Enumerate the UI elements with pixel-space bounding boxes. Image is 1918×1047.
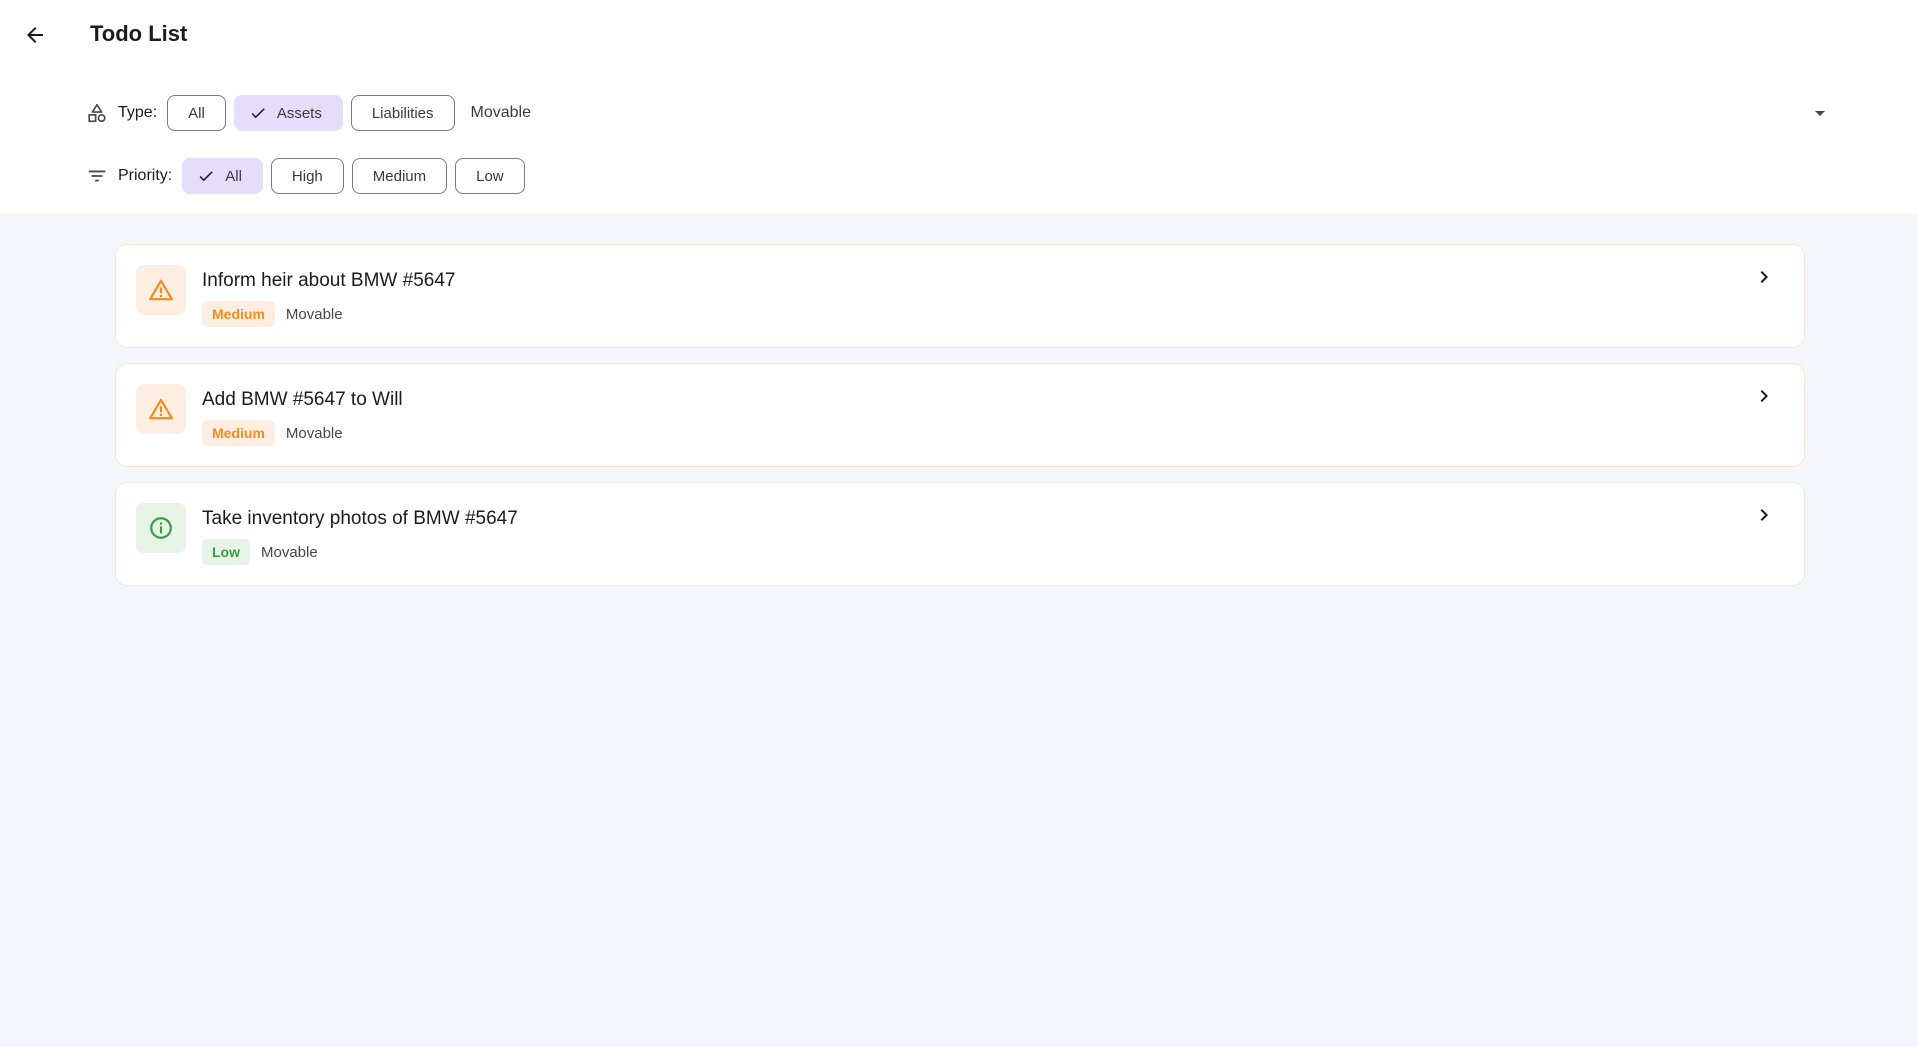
chip-label: Medium: [372, 167, 427, 185]
priority-badge: Low: [202, 539, 250, 565]
chevron-right-icon: [1752, 503, 1776, 527]
chevron-right-icon: [1752, 265, 1776, 289]
warning-icon: [149, 398, 173, 420]
app-header: Todo List Type: All Assets Liabilities M…: [0, 0, 1918, 214]
type-chip-liabilities[interactable]: Liabilities: [350, 95, 455, 131]
priority-filter-row: Priority: All High Medium Low: [86, 156, 533, 196]
chip-label: All: [225, 167, 242, 185]
todo-category: Movable: [285, 424, 343, 442]
subcategory-select-value[interactable]: Movable: [471, 104, 531, 122]
priority-filter-label: Priority:: [118, 167, 173, 184]
priority-chip-all[interactable]: All: [182, 158, 263, 194]
priority-chip-low[interactable]: Low: [455, 158, 525, 194]
type-chip-assets[interactable]: Assets: [233, 95, 343, 131]
back-button[interactable]: [14, 14, 56, 56]
todo-title: Inform heir about BMW #5647: [202, 270, 456, 291]
caret-down-icon: [1815, 111, 1825, 116]
warning-icon: [149, 279, 173, 301]
todo-card[interactable]: Inform heir about BMW #5647 Medium Movab…: [115, 244, 1805, 348]
chip-label: All: [188, 104, 205, 122]
page-title: Todo List: [90, 21, 188, 46]
priority-icon-container: [136, 265, 186, 315]
check-icon: [197, 167, 215, 185]
check-icon: [249, 104, 267, 122]
todo-meta: Low Movable: [202, 538, 318, 566]
priority-icon-container: [136, 503, 186, 553]
todo-category: Movable: [285, 305, 343, 323]
category-icon: [86, 102, 108, 124]
priority-badge: Medium: [202, 301, 275, 327]
info-icon: [150, 517, 172, 539]
priority-icon-container: [136, 384, 186, 434]
chevron-right-icon: [1752, 384, 1776, 408]
chip-label: Assets: [276, 104, 322, 122]
priority-badge: Medium: [202, 420, 275, 446]
todo-card[interactable]: Take inventory photos of BMW #5647 Low M…: [115, 482, 1805, 586]
priority-chip-medium[interactable]: Medium: [351, 158, 448, 194]
arrow-left-icon: [27, 27, 43, 43]
todo-title: Add BMW #5647 to Will: [202, 389, 403, 410]
subcategory-dropdown-toggle[interactable]: [1808, 101, 1832, 125]
todo-list: Inform heir about BMW #5647 Medium Movab…: [115, 244, 1805, 601]
filter-list-icon: [86, 165, 108, 187]
todo-meta: Medium Movable: [202, 300, 343, 328]
chip-label: Liabilities: [371, 104, 434, 122]
type-chip-all[interactable]: All: [167, 95, 226, 131]
todo-title: Take inventory photos of BMW #5647: [202, 508, 518, 529]
todo-meta: Medium Movable: [202, 419, 343, 447]
type-filter-row: Type: All Assets Liabilities Movable: [86, 93, 1832, 133]
chip-label: Low: [476, 167, 504, 185]
priority-chip-high[interactable]: High: [270, 158, 344, 194]
chip-label: High: [291, 167, 323, 185]
type-filter-label: Type:: [118, 104, 158, 121]
todo-card[interactable]: Add BMW #5647 to Will Medium Movable: [115, 363, 1805, 467]
todo-category: Movable: [261, 543, 318, 561]
